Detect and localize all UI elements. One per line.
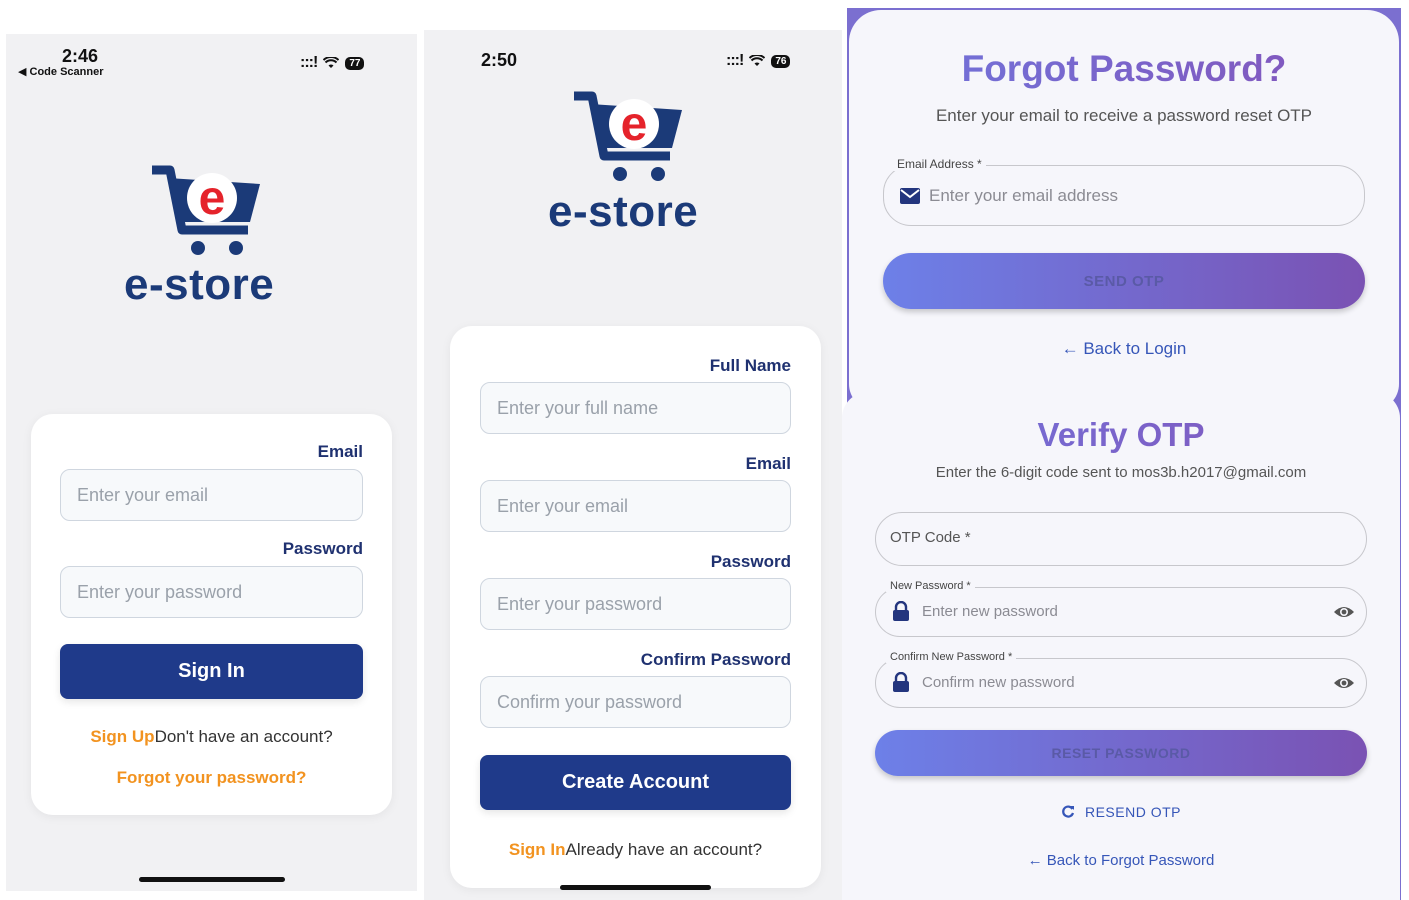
forgot-password-link[interactable]: Forgot your password? [31, 768, 392, 788]
email-placeholder: Enter your email address [929, 186, 1118, 205]
signup-row: Sign UpDon't have an account? [31, 727, 392, 747]
otp-code-field[interactable]: OTP Code * [875, 512, 1367, 566]
new-password-label: New Password * [886, 580, 975, 592]
new-password-field[interactable]: Enter new password [875, 587, 1367, 637]
lock-icon [893, 601, 909, 621]
register-screen: 2:50 :::! 76 e e-store Full Name Enter y… [424, 30, 842, 900]
wifi-icon [749, 55, 766, 66]
page-subtitle: Enter your email to receive a password r… [935, 106, 1313, 125]
email-label: Email [317, 442, 363, 461]
logo-letter: e [621, 98, 648, 151]
password-input[interactable]: Enter your password [480, 578, 791, 630]
create-account-button[interactable]: Create Account [480, 755, 791, 810]
resend-otp-label: RESEND OTP [1084, 804, 1181, 820]
sign-in-button[interactable]: Sign In [60, 644, 363, 699]
battery-icon: 76 [771, 54, 791, 68]
wifi-icon [323, 57, 340, 68]
verify-otp-panel: Verify OTP Enter the 6-digit code sent t… [842, 392, 1400, 900]
cart-logo-icon: e [152, 165, 260, 255]
battery-icon: 77 [345, 56, 365, 70]
forgot-password-panel: Forgot Password? Enter your email to rec… [849, 10, 1399, 410]
page-title: Forgot Password? [849, 48, 1399, 90]
confirm-password-placeholder: Confirm new password [922, 674, 1075, 691]
signal-icon: :::! [300, 54, 318, 71]
full-name-label: Full Name [709, 356, 791, 375]
otp-placeholder: OTP Code * [890, 529, 971, 546]
sign-up-link[interactable]: Sign Up [90, 727, 154, 746]
confirm-password-label: Confirm Password [640, 650, 791, 669]
register-card: Full Name Enter your full name Email Ent… [450, 326, 821, 888]
password-label: Password [710, 552, 791, 571]
status-icons: :::! 77 [300, 54, 365, 72]
full-name-input[interactable]: Enter your full name [480, 382, 791, 434]
status-time: 2:46 [62, 46, 99, 66]
login-card: Email Enter your email Password Enter yo… [31, 414, 392, 815]
confirm-password-input[interactable]: Confirm your password [480, 676, 791, 728]
new-password-placeholder: Enter new password [922, 603, 1058, 620]
status-icons: :::! 76 [726, 52, 791, 70]
reset-password-button[interactable]: RESET PASSWORD [875, 730, 1367, 776]
page-title: Verify OTP [842, 416, 1400, 454]
signup-prompt: Don't have an account? [154, 727, 333, 746]
email-field[interactable]: Enter your email address [883, 165, 1365, 226]
back-to-login-link[interactable]: ← Back to Login [849, 339, 1399, 359]
eye-icon[interactable] [1333, 604, 1355, 620]
email-input[interactable]: Enter your email [480, 480, 791, 532]
signin-row: Sign InAlready have an account? [450, 840, 821, 860]
email-label: Email [745, 454, 791, 473]
login-screen: 2:46 ◀ Code Scanner :::! 77 e e-store Em… [6, 34, 417, 891]
email-input[interactable]: Enter your email [60, 469, 363, 521]
back-to-app-link[interactable]: ◀ Code Scanner [18, 65, 103, 78]
cart-logo-icon: e [574, 91, 682, 181]
confirm-password-field[interactable]: Confirm new password [875, 658, 1367, 708]
logo-wordmark: e-store [124, 260, 275, 309]
password-input[interactable]: Enter your password [60, 566, 363, 618]
status-time: 2:50 [481, 50, 518, 70]
refresh-icon [1062, 805, 1075, 818]
eye-icon[interactable] [1333, 675, 1355, 691]
home-indicator [560, 885, 711, 890]
home-indicator [139, 877, 285, 882]
sign-in-link[interactable]: Sign In [509, 840, 566, 859]
email-field-label: Email Address * [893, 157, 986, 171]
lock-icon [893, 672, 909, 692]
page-subtitle: Enter the 6-digit code sent to mos3b.h20… [935, 464, 1307, 481]
mail-icon [900, 188, 920, 204]
logo-letter: e [199, 172, 226, 225]
password-label: Password [282, 539, 363, 558]
logo-wordmark: e-store [548, 187, 699, 236]
signin-prompt: Already have an account? [565, 840, 763, 859]
signal-icon: :::! [726, 52, 744, 69]
back-to-forgot-link[interactable]: ← Back to Forgot Password [842, 852, 1400, 869]
confirm-password-label: Confirm New Password * [886, 651, 1017, 663]
resend-otp-link[interactable]: RESEND OTP [842, 804, 1400, 820]
send-otp-button[interactable]: SEND OTP [883, 253, 1365, 309]
